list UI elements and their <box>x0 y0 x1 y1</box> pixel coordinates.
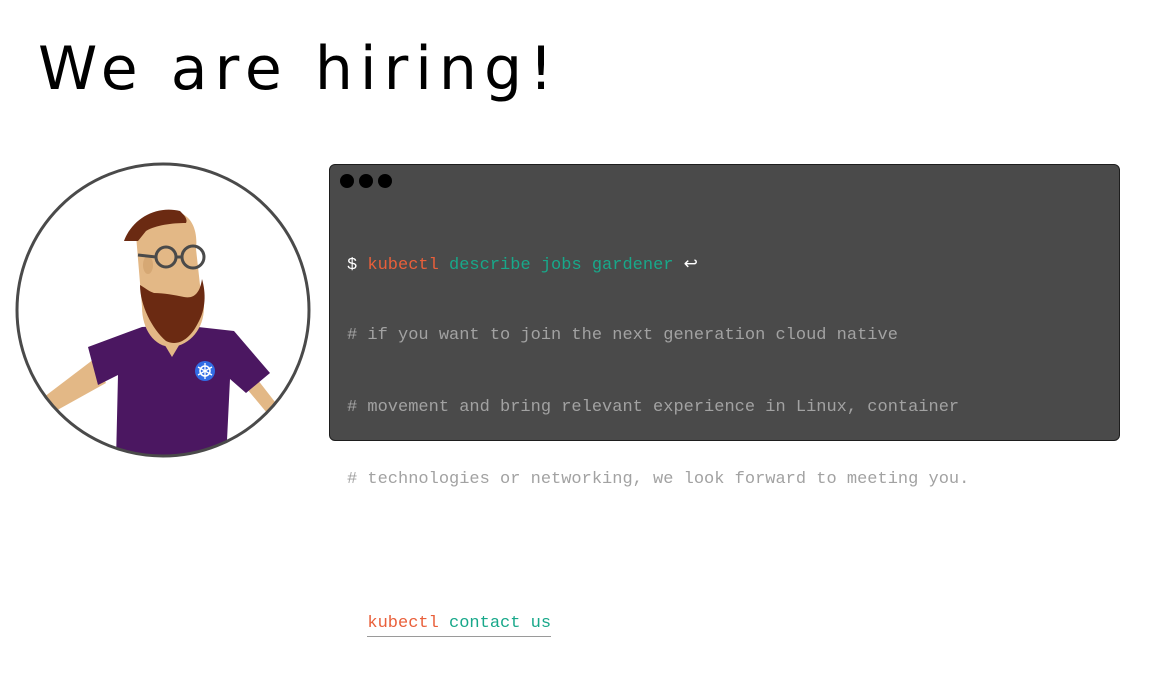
command-name: kubectl <box>367 256 439 275</box>
contact-us-link[interactable]: kubectl contact us <box>367 614 552 637</box>
command-line-describe: $ kubectl describe jobs gardener ↩ <box>347 252 1109 276</box>
kubernetes-helm-icon <box>195 361 215 381</box>
page-title: We are hiring! <box>38 34 561 104</box>
comment-line: # if you want to join the next generatio… <box>347 326 898 345</box>
window-dots-icon <box>340 174 392 190</box>
command-args: contact us <box>449 614 552 633</box>
terminal-window: $ kubectl describe jobs gardener ↩ # if … <box>329 164 1120 637</box>
window-dot <box>378 174 392 188</box>
prompt-symbol: $ <box>347 256 358 275</box>
command-name: kubectl <box>367 614 439 633</box>
command-args: describe jobs gardener <box>449 256 674 275</box>
terminal-body: $ kubectl describe jobs gardener ↩ # if … <box>347 204 1109 684</box>
avatar <box>14 161 312 459</box>
comment-line: # movement and bring relevant experience… <box>347 398 960 417</box>
prompt-symbol: $ <box>347 614 358 633</box>
command-line-contact: $ kubectl contact us <box>347 612 1109 637</box>
window-dot <box>340 174 354 188</box>
comment-line: # technologies or networking, we look fo… <box>347 470 970 489</box>
window-dot <box>359 174 373 188</box>
return-arrow-icon: ↩ <box>683 254 698 274</box>
